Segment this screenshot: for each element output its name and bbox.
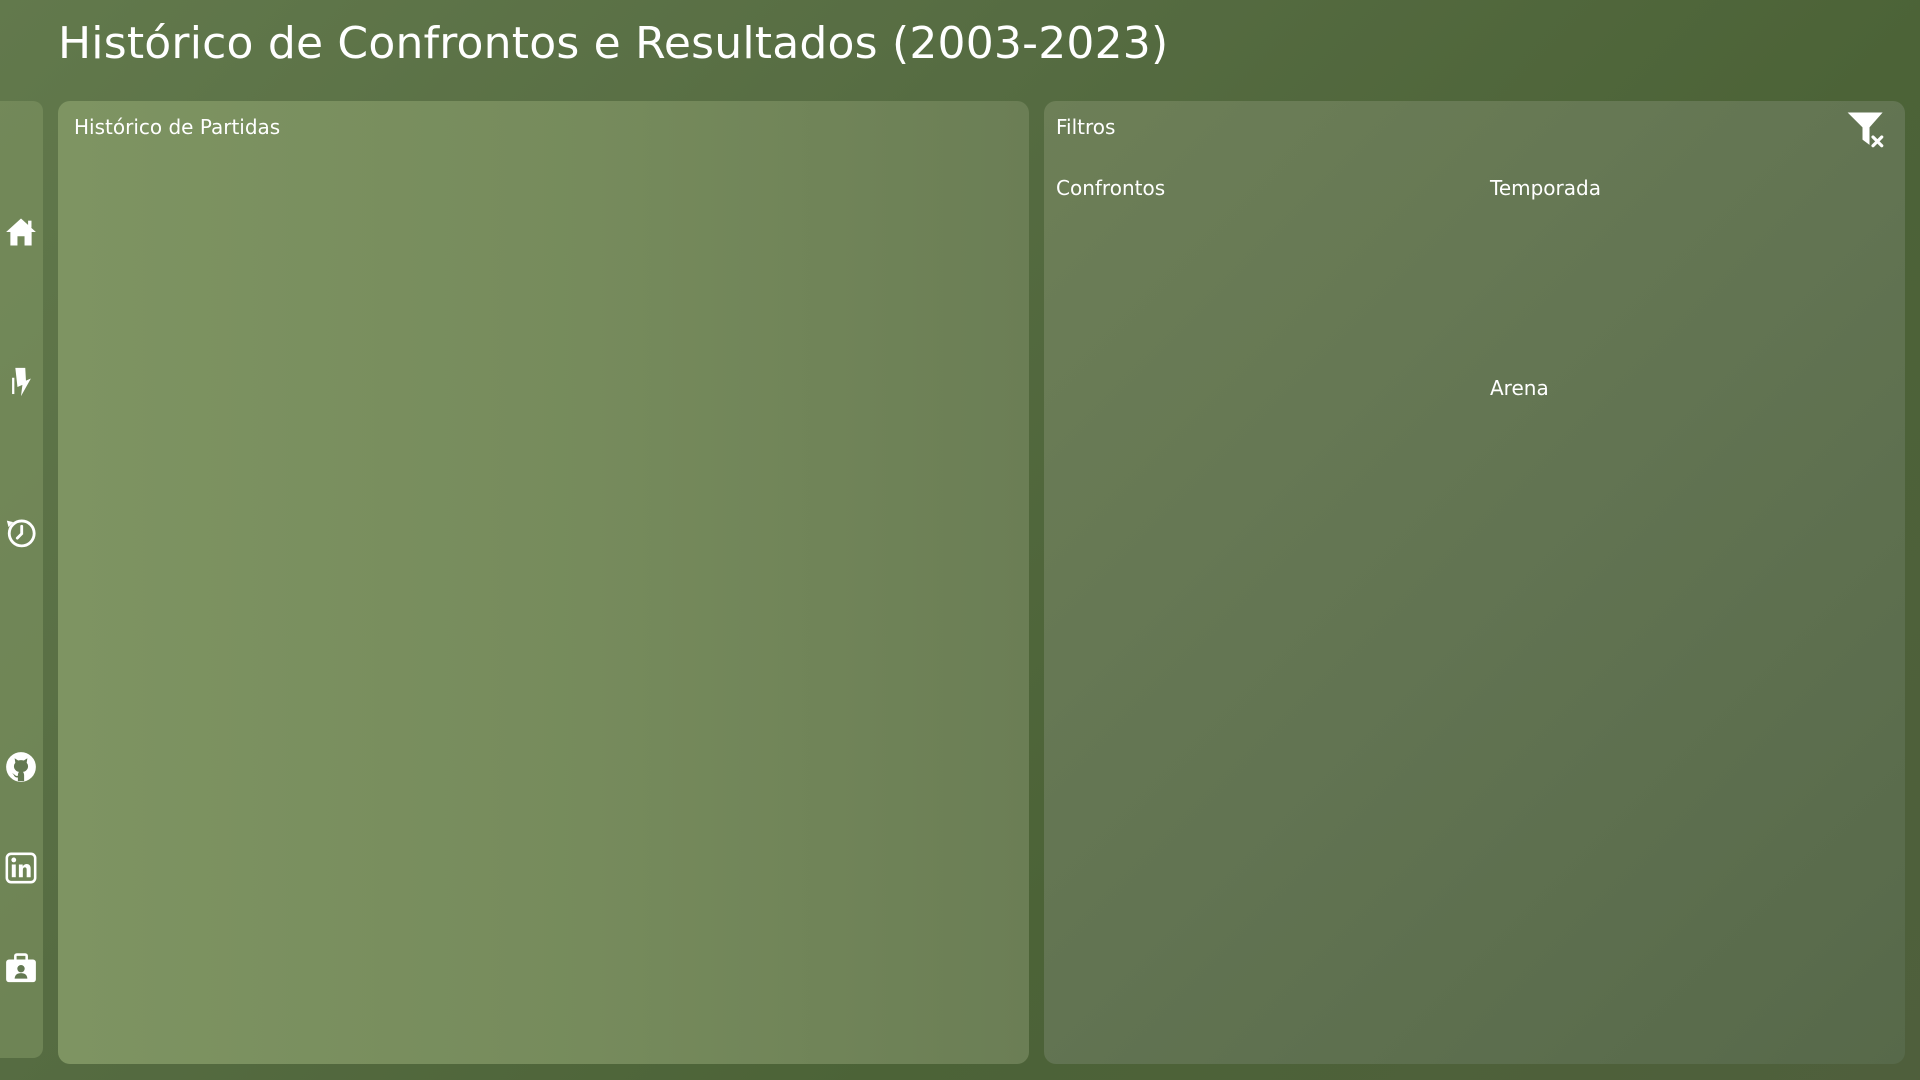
- clear-filters-button[interactable]: [1845, 109, 1887, 151]
- home-icon: [6, 218, 36, 246]
- github-icon: [6, 752, 36, 782]
- matchups-filter-label: Confrontos: [1056, 176, 1166, 200]
- sidebar-item-history[interactable]: [3, 514, 39, 550]
- clear-filter-icon: [1847, 112, 1884, 148]
- linkedin-icon: [5, 852, 37, 884]
- history-clock-icon: [6, 519, 36, 548]
- sidebar-item-fire[interactable]: [3, 364, 39, 400]
- sidebar-item-linkedin[interactable]: [3, 850, 39, 886]
- portfolio-icon: [6, 953, 36, 983]
- sidebar-item-home[interactable]: [3, 214, 39, 250]
- sidebar-nav: [0, 101, 43, 1058]
- fire-icon: [12, 367, 31, 397]
- sidebar-item-portfolio[interactable]: [3, 950, 39, 986]
- match-history-panel: Histórico de Partidas: [58, 101, 1029, 1064]
- filters-panel: Filtros Confrontos Temporada Arena: [1044, 101, 1905, 1064]
- arena-filter-label: Arena: [1490, 376, 1549, 400]
- season-filter-label: Temporada: [1490, 176, 1601, 200]
- filters-title: Filtros: [1056, 115, 1116, 139]
- page-title: Histórico de Confrontos e Resultados (20…: [58, 18, 1169, 69]
- match-history-title: Histórico de Partidas: [74, 115, 281, 139]
- sidebar-item-github[interactable]: [3, 749, 39, 785]
